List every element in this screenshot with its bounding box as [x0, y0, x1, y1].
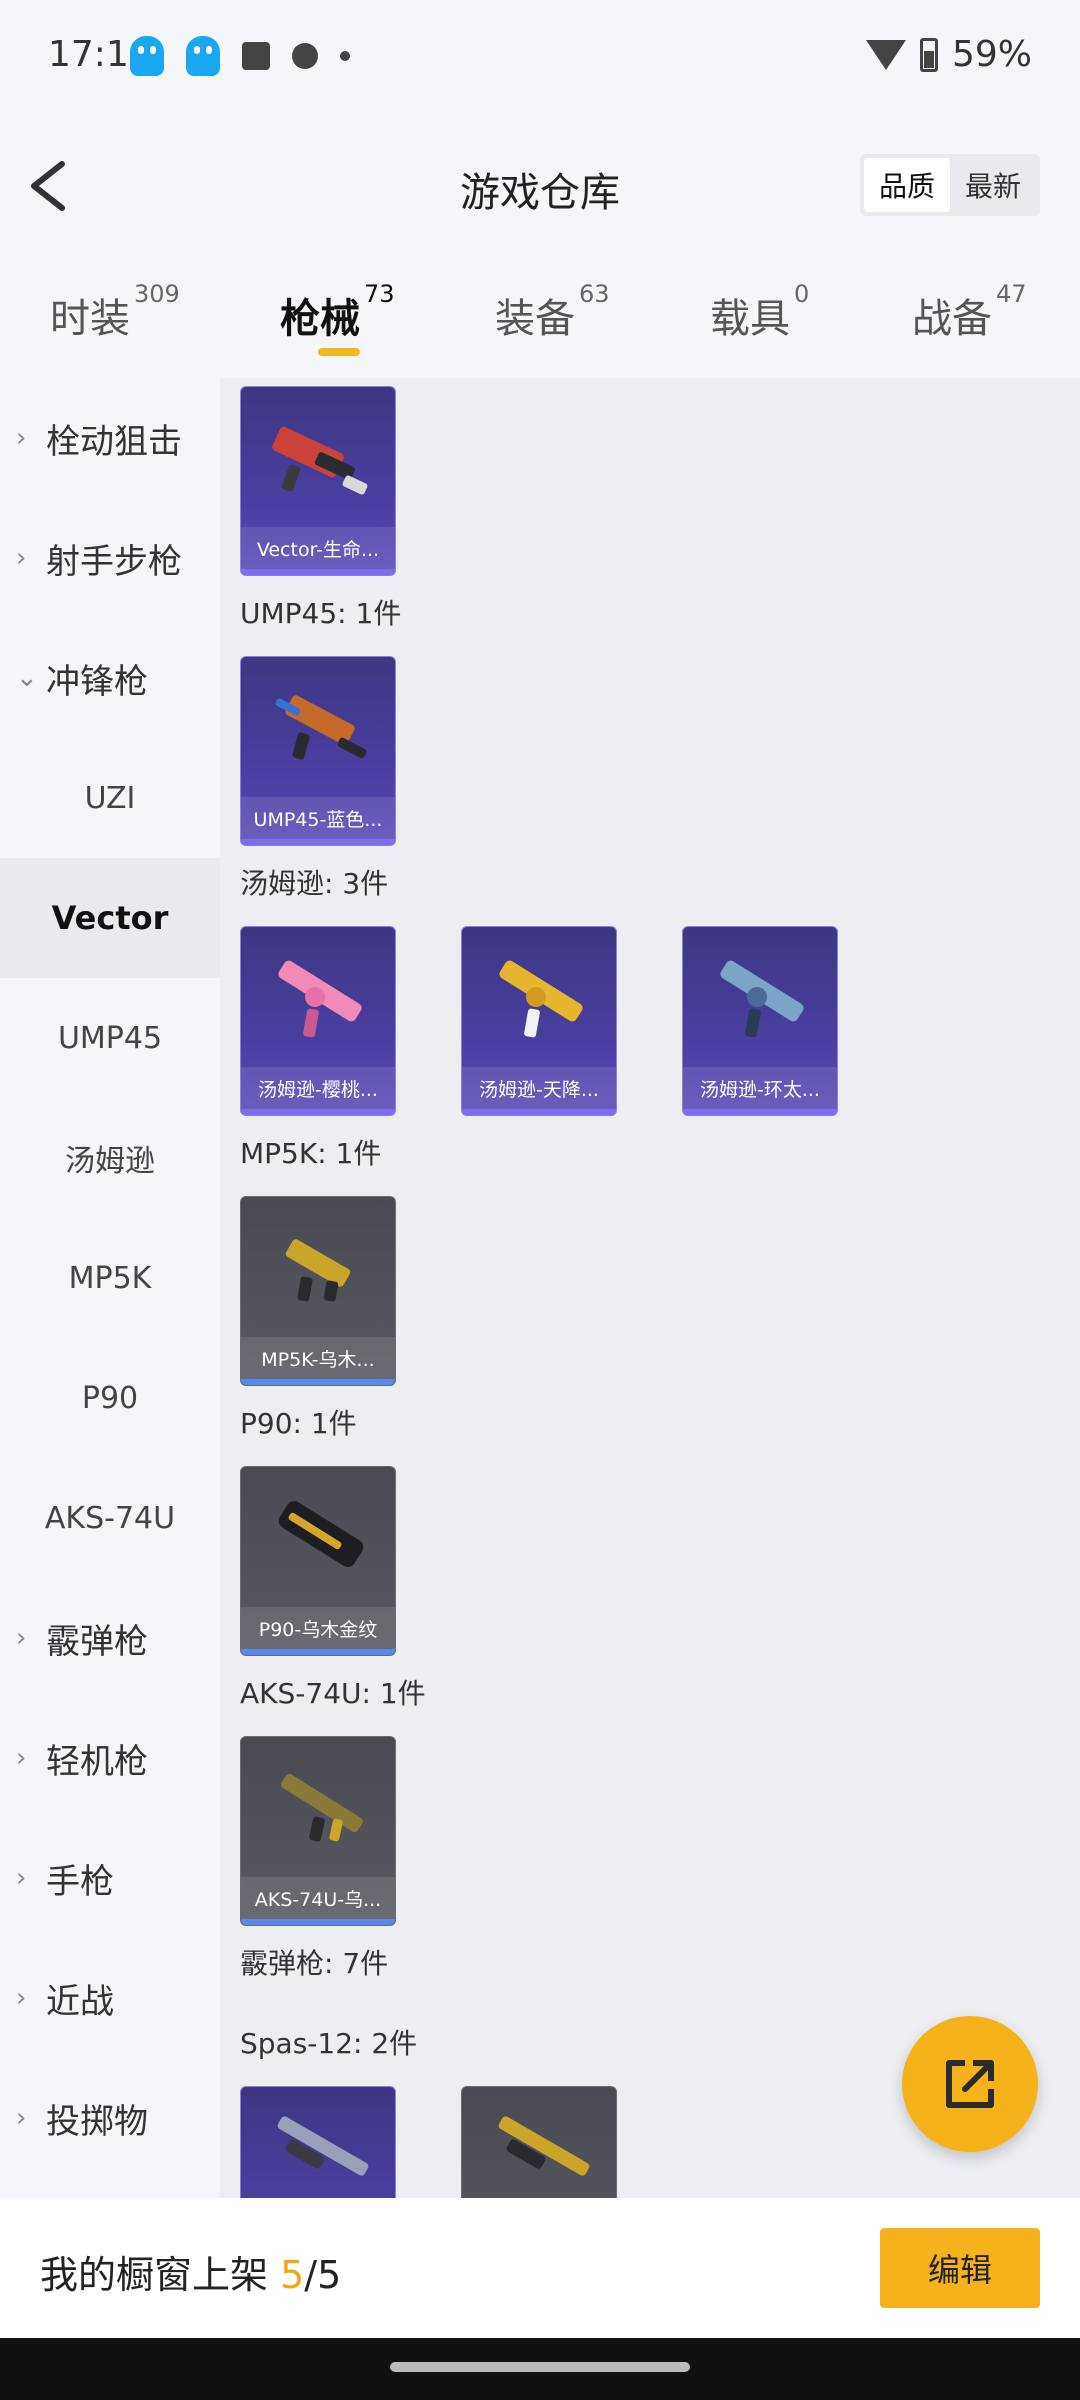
weapon-image	[278, 1500, 364, 1568]
tab-fashion[interactable]: 时装309	[50, 280, 180, 344]
weapon-category-sidebar: › 栓动狙击 › 射手步枪 ⌄ 冲锋枪 UZI Vector UMP45 汤姆逊 MP…	[0, 378, 220, 2198]
category-tabs: 时装309 枪械73 装备63 载具0 战备47	[0, 256, 1080, 376]
rarity-bar	[683, 1109, 837, 1115]
chevron-right-icon: ›	[16, 543, 27, 573]
system-nav-bar	[0, 2338, 1080, 2400]
sort-toggle[interactable]: 品质 最新	[860, 154, 1040, 216]
weapon-skin-card[interactable]: P90-乌木金纹	[240, 1466, 396, 1656]
home-gesture-handle[interactable]	[390, 2362, 690, 2372]
weapon-skin-card[interactable]: 汤姆逊-天降...	[461, 926, 617, 1116]
active-tab-indicator	[318, 348, 360, 356]
notification-dot-icon	[340, 51, 350, 61]
sidebar-item-throwables[interactable]: › 投掷物	[0, 2058, 220, 2178]
sidebar-item-smg[interactable]: ⌄ 冲锋枪	[0, 618, 220, 738]
sidebar-item-aks74u[interactable]: AKS-74U	[0, 1458, 220, 1578]
tab-equipment[interactable]: 装备63	[495, 280, 610, 344]
sidebar-item-p90[interactable]: P90	[0, 1338, 220, 1458]
weapon-image	[285, 1239, 351, 1302]
weapon-skin-name: 汤姆逊-环太...	[683, 1067, 837, 1109]
rarity-bar	[241, 569, 395, 575]
weapon-skin-name: 汤姆逊-天降...	[462, 1067, 616, 1109]
weapon-image	[278, 960, 362, 1038]
weapon-skin-name: AKS-74U-乌...	[241, 1877, 395, 1919]
group-label-aks74u: AKS-74U: 1件	[240, 1677, 426, 1710]
external-link-icon	[946, 2060, 994, 2108]
weapon-skin-name: MP5K-乌木...	[241, 1337, 395, 1379]
weapon-skin-card[interactable]: 汤姆逊-樱桃...	[240, 926, 396, 1116]
edit-button[interactable]: 编辑	[880, 2228, 1040, 2308]
weapon-skin-card[interactable]	[240, 2086, 396, 2198]
chevron-right-icon: ›	[16, 423, 27, 453]
sidebar-item-shotgun[interactable]: › 霰弹枪	[0, 1578, 220, 1698]
wifi-icon	[865, 39, 906, 70]
app-header: 游戏仓库 品质 最新	[0, 116, 1080, 256]
weapon-skin-card[interactable]: UMP45-蓝色...	[240, 656, 396, 846]
notification-icons	[130, 36, 350, 76]
chevron-right-icon: ›	[16, 2103, 27, 2133]
tab-vehicles[interactable]: 载具0	[710, 280, 809, 344]
tab-combat-gear[interactable]: 战备47	[912, 280, 1027, 344]
weapon-image	[275, 695, 367, 760]
weapon-image	[498, 2116, 590, 2176]
chevron-right-icon: ›	[16, 1863, 27, 1893]
group-label-spas12: Spas-12: 2件	[240, 2027, 418, 2060]
chevron-right-icon: ›	[16, 1623, 27, 1653]
chevron-right-icon: ›	[16, 1983, 27, 2013]
tab-firearms[interactable]: 枪械73	[280, 280, 395, 344]
weapon-image	[720, 960, 804, 1038]
rarity-bar	[241, 1649, 395, 1655]
sidebar-item-thompson[interactable]: 汤姆逊	[0, 1098, 220, 1218]
sidebar-item-marksman-rifle[interactable]: › 射手步枪	[0, 498, 220, 618]
weapon-image	[499, 960, 583, 1038]
rarity-bar	[241, 1919, 395, 1925]
group-label-ump45: UMP45: 1件	[240, 597, 402, 630]
group-label-thompson: 汤姆逊: 3件	[240, 867, 389, 900]
sort-newest-option[interactable]: 最新	[950, 158, 1036, 212]
showcase-status: 我的橱窗上架 5/5	[40, 2253, 342, 2297]
status-right: 59%	[865, 34, 1032, 75]
weapon-skin-card[interactable]: Vector-生命...	[240, 386, 396, 576]
mail-icon	[242, 42, 270, 70]
battery-icon	[919, 37, 938, 72]
status-bar: 17:16 59%	[0, 0, 1080, 116]
showcase-bar: 我的橱窗上架 5/5 编辑	[0, 2198, 1080, 2338]
sidebar-item-uzi[interactable]: UZI	[0, 738, 220, 858]
motorola-icon	[292, 43, 318, 69]
sort-quality-option[interactable]: 品质	[864, 158, 950, 212]
weapon-skin-card[interactable]: AKS-74U-乌...	[240, 1736, 396, 1926]
battery-percent: 59%	[951, 34, 1032, 75]
share-fab-button[interactable]	[902, 2016, 1038, 2152]
sidebar-item-pistol[interactable]: › 手枪	[0, 1818, 220, 1938]
sidebar-item-melee[interactable]: › 近战	[0, 1938, 220, 2058]
weapon-skin-name: UMP45-蓝色...	[241, 797, 395, 839]
weapon-image	[277, 2116, 369, 2176]
weapon-skin-list: Vector-生命... UMP45: 1件 UMP45-蓝色... 汤姆逊: …	[220, 378, 1080, 2198]
weapon-image	[272, 426, 368, 495]
chevron-down-icon: ⌄	[16, 663, 38, 693]
group-label-shotgun: 霰弹枪: 7件	[240, 1947, 389, 1980]
weapon-skin-name: P90-乌木金纹	[241, 1607, 395, 1649]
group-label-mp5k: MP5K: 1件	[240, 1137, 382, 1170]
weapon-image	[281, 1773, 363, 1842]
weapon-skin-card[interactable]: MP5K-乌木...	[240, 1196, 396, 1386]
sidebar-item-vector[interactable]: Vector	[0, 858, 220, 978]
sidebar-item-lmg[interactable]: › 轻机枪	[0, 1698, 220, 1818]
sidebar-item-bolt-sniper[interactable]: › 栓动狙击	[0, 378, 220, 498]
rarity-bar	[241, 839, 395, 845]
weapon-skin-card[interactable]: 汤姆逊-环太...	[682, 926, 838, 1116]
rarity-bar	[241, 1109, 395, 1115]
chevron-right-icon: ›	[16, 1743, 27, 1773]
rarity-bar	[462, 1109, 616, 1115]
weapon-skin-card[interactable]	[461, 2086, 617, 2198]
rarity-bar	[241, 1379, 395, 1385]
weapon-skin-name: 汤姆逊-樱桃...	[241, 1067, 395, 1109]
sidebar-item-mp5k[interactable]: MP5K	[0, 1218, 220, 1338]
qq-icon	[130, 36, 164, 76]
qq-icon	[186, 36, 220, 76]
sidebar-item-ump45[interactable]: UMP45	[0, 978, 220, 1098]
weapon-skin-name: Vector-生命...	[241, 527, 395, 569]
group-label-p90: P90: 1件	[240, 1407, 357, 1440]
